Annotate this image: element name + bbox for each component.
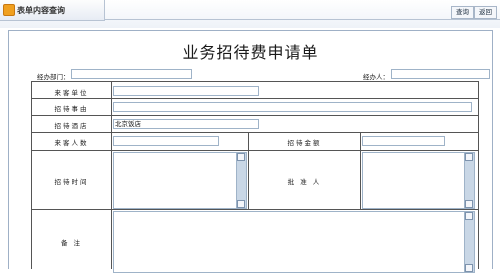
row-divider [32, 98, 478, 99]
scroll-up-icon[interactable] [237, 153, 245, 161]
toolbar-divider [104, 19, 500, 20]
approver-textarea[interactable] [362, 152, 475, 209]
remarks-label: 备 注 [60, 239, 83, 247]
time-textarea[interactable] [113, 152, 247, 209]
amount-field[interactable] [362, 136, 445, 146]
query-button[interactable]: 查询 [451, 6, 474, 19]
scrollbar[interactable] [236, 153, 246, 208]
row-divider [32, 132, 478, 133]
scroll-down-icon[interactable] [465, 200, 473, 208]
scroll-up-icon[interactable] [465, 212, 473, 220]
amount-label: 招待金额 [287, 139, 322, 147]
reason-field[interactable] [113, 102, 472, 112]
visitor-unit-field[interactable] [113, 86, 259, 96]
back-button[interactable]: 返回 [474, 6, 497, 19]
row-divider [32, 150, 478, 151]
top-bar: 表单内容查询 查询 返回 [0, 0, 500, 28]
scrollbar[interactable] [464, 153, 474, 208]
remarks-textarea[interactable] [113, 211, 475, 273]
row-divider [32, 115, 478, 116]
visitor-unit-label: 来客单位 [54, 89, 89, 97]
department-field[interactable] [71, 69, 192, 79]
scrollbar[interactable] [464, 212, 474, 272]
form-title: 业务招待费申请单 [182, 43, 319, 62]
reason-label: 招待事由 [54, 105, 89, 113]
handler-field[interactable] [391, 69, 490, 79]
form-icon [3, 4, 15, 16]
tab-title: 表单内容查询 [17, 6, 65, 15]
scroll-down-icon[interactable] [465, 264, 473, 272]
col-divider [360, 133, 361, 210]
row-divider [32, 209, 478, 210]
handler-label: 经办人： [363, 73, 389, 81]
approver-label: 批 准 人 [287, 178, 322, 186]
time-label: 招待时间 [54, 178, 89, 186]
scroll-down-icon[interactable] [237, 200, 245, 208]
department-label: 经办部门： [37, 73, 70, 81]
visitor-count-label: 来客人数 [54, 139, 89, 147]
visitor-count-field[interactable] [113, 136, 219, 146]
tab-form-query[interactable]: 表单内容查询 [0, 0, 105, 21]
form-table: 来客单位 招待事由 招待酒店 北京饭店 来客人数 招待金额 招待时间 批 准 人… [31, 81, 479, 273]
col-divider [111, 82, 112, 269]
hotel-label: 招待酒店 [54, 122, 89, 130]
scroll-up-icon[interactable] [465, 153, 473, 161]
hotel-field[interactable]: 北京饭店 [113, 119, 259, 129]
